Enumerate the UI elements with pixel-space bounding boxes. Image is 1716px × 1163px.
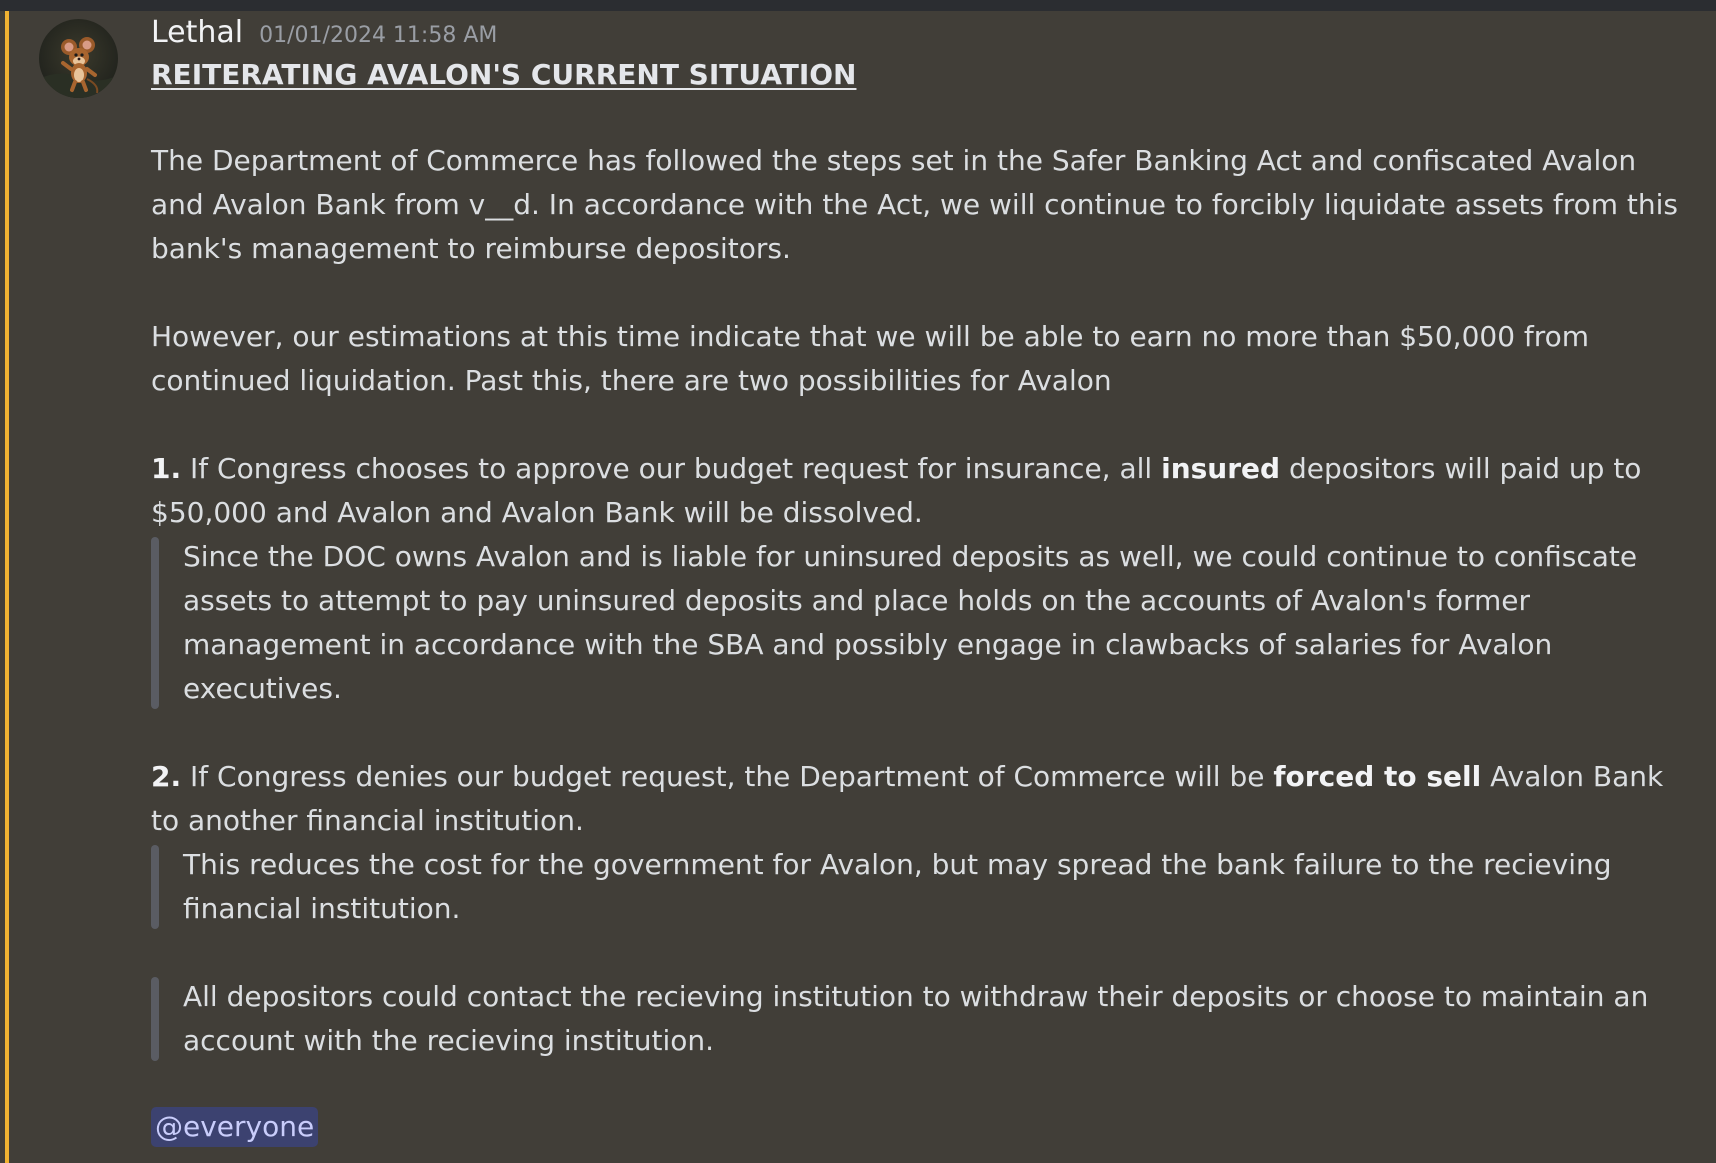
paragraph-intro: The Department of Commerce has followed …: [151, 144, 1678, 265]
avatar[interactable]: [39, 19, 118, 98]
timestamp[interactable]: 01/01/2024 11:58 AM: [259, 23, 497, 48]
top-bar: [0, 0, 1716, 11]
list-item-1: 1. If Congress chooses to approve our bu…: [151, 447, 1691, 535]
bold-text: forced to sell: [1273, 760, 1482, 793]
list-text: If Congress denies our budget request, t…: [181, 760, 1274, 793]
paragraph-estimation: However, our estimations at this time in…: [151, 320, 1590, 397]
list-number: 1.: [151, 452, 182, 485]
list-text: If Congress chooses to approve our budge…: [181, 452, 1162, 485]
mention-highlight-bar: [5, 11, 9, 1163]
username[interactable]: Lethal: [151, 15, 243, 50]
blockquote-3: All depositors could contact the recievi…: [151, 975, 1691, 1063]
message-title: REITERATING AVALON'S CURRENT SITUATION: [151, 58, 857, 91]
list-item-2: 2. If Congress denies our budget request…: [151, 755, 1691, 843]
cartoon-mouse-avatar-icon: [39, 19, 118, 98]
message-header: Lethal 01/01/2024 11:58 AM: [151, 15, 1691, 55]
everyone-mention[interactable]: @everyone: [151, 1107, 319, 1147]
list-number: 2.: [151, 760, 182, 793]
blockquote-2: This reduces the cost for the government…: [151, 843, 1691, 931]
message-content: Lethal 01/01/2024 11:58 AM REITERATING A…: [151, 15, 1691, 1147]
bold-text: insured: [1161, 452, 1281, 485]
blockquote-1: Since the DOC owns Avalon and is liable …: [151, 535, 1691, 711]
chat-message[interactable]: Lethal 01/01/2024 11:58 AM REITERATING A…: [0, 11, 1716, 1163]
